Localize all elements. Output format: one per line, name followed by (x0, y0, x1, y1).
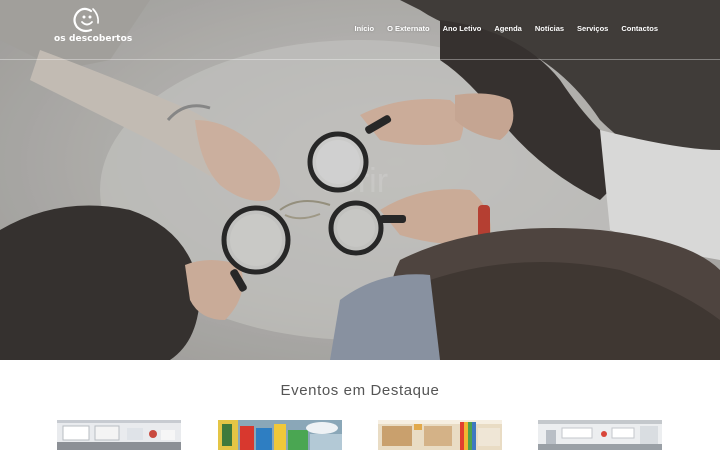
event-card-3[interactable] (378, 420, 502, 450)
nav-item-o-externato[interactable]: O Externato (387, 24, 430, 33)
event-card-4-image (538, 420, 662, 450)
site-logo[interactable]: os descobertos (54, 5, 133, 49)
site-header: os descobertos Início O Externato Ano Le… (0, 0, 720, 60)
nav-item-ano-letivo[interactable]: Ano Letivo (443, 24, 482, 33)
logo-text: os descobertos (54, 34, 133, 44)
nav-item-servicos[interactable]: Serviços (577, 24, 608, 33)
featured-events-section: Eventos em Destaque (0, 360, 720, 450)
nav-item-agenda[interactable]: Agenda (494, 24, 522, 33)
event-card-4[interactable] (538, 420, 662, 450)
nav-item-inicio[interactable]: Início (354, 24, 374, 33)
event-card-2-image (218, 420, 342, 450)
event-card-3-image (378, 420, 502, 450)
smiley-logo-icon (73, 7, 99, 33)
event-card-1-image (57, 420, 181, 450)
event-card-1[interactable] (57, 420, 181, 450)
event-card-2[interactable] (218, 420, 342, 450)
nav-item-contactos[interactable]: Contactos (621, 24, 658, 33)
section-title: Eventos em Destaque (280, 382, 440, 399)
nav-item-noticias[interactable]: Notícias (535, 24, 564, 33)
main-nav: Início O Externato Ano Letivo Agenda Not… (354, 24, 658, 33)
event-cards (0, 420, 720, 450)
